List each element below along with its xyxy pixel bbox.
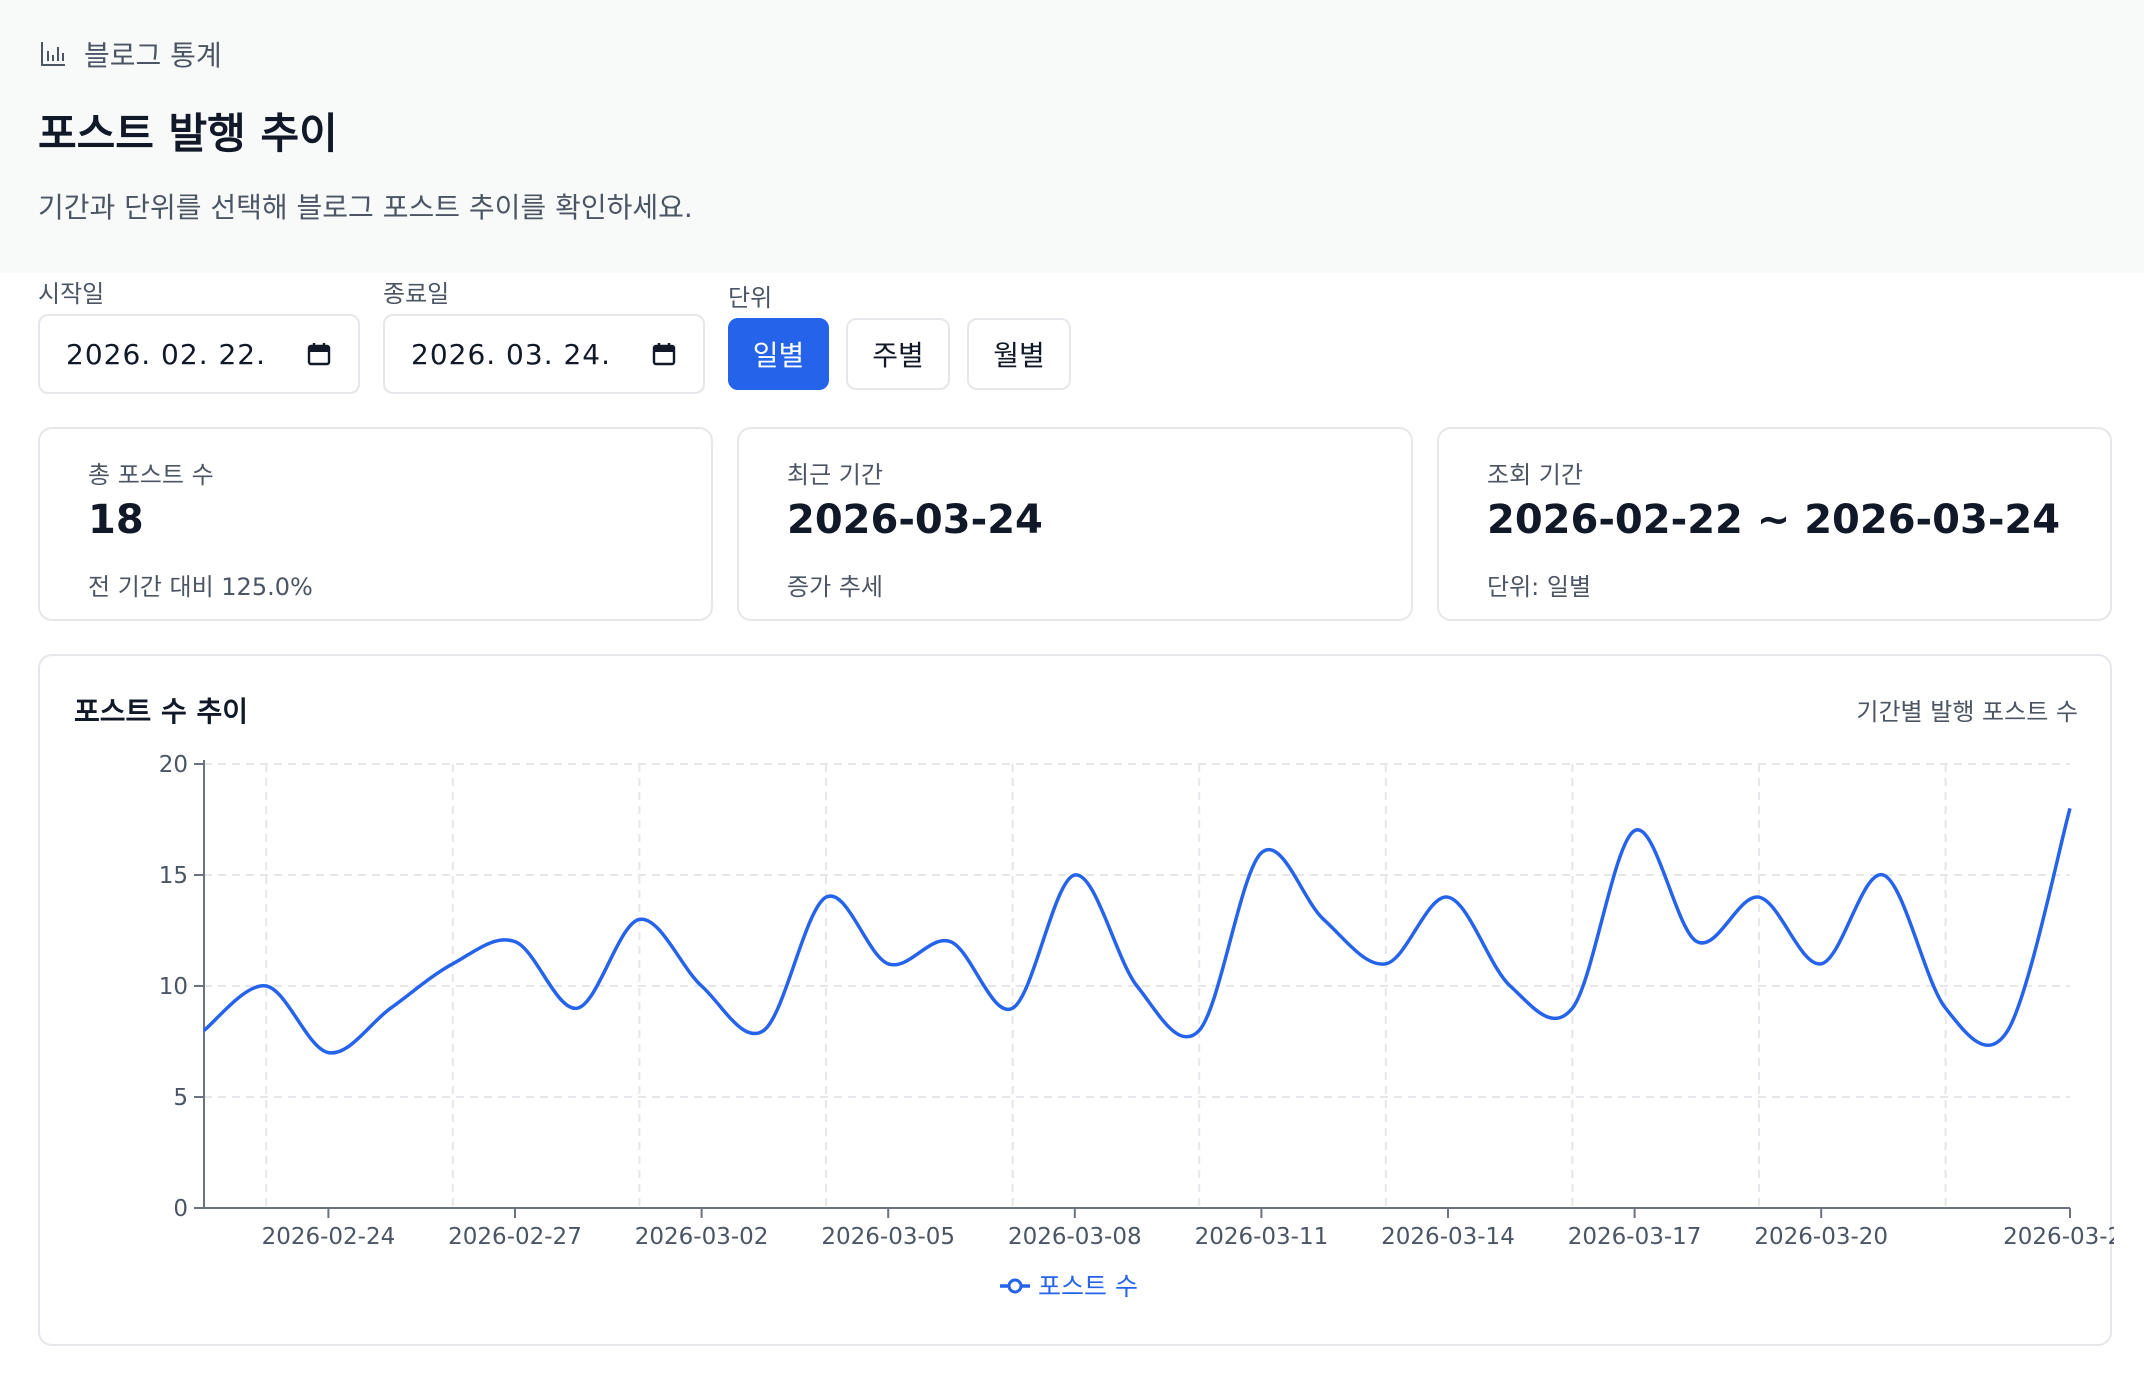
card-subtext: 단위: 일별 <box>1487 573 1592 601</box>
unit-weekly-button[interactable]: 주별 <box>846 318 950 390</box>
bar-chart-icon <box>41 42 65 66</box>
x-tick-label: 2026-03-08 <box>1008 1224 1142 1250</box>
legend-label: 포스트 수 <box>1038 1272 1138 1301</box>
breadcrumb-label: 블로그 통계 <box>84 39 222 72</box>
y-tick-label: 15 <box>159 863 188 889</box>
unit-daily-button[interactable]: 일별 <box>728 318 829 390</box>
y-tick-label: 20 <box>159 752 188 778</box>
x-tick-label: 2026-03-05 <box>821 1224 955 1250</box>
x-tick-label: 2026-03-02 <box>635 1224 769 1250</box>
start-date-value: 2026. 02. 22. <box>66 337 267 371</box>
breadcrumb: 블로그 통계 <box>38 34 222 74</box>
x-tick-label: 2026-03-17 <box>1568 1224 1702 1250</box>
query-period-card: 조회 기간 2026-02-22 ~ 2026-03-24 단위: 일별 <box>1437 427 2112 621</box>
card-value: 2026-02-22 ~ 2026-03-24 <box>1487 497 2061 543</box>
x-tick-label: 2026-03-20 <box>1754 1224 1888 1250</box>
unit-label: 단위 <box>728 284 773 312</box>
card-subtext: 전 기간 대비 125.0% <box>88 573 313 601</box>
card-label: 조회 기간 <box>1487 461 1583 489</box>
x-tick-label: 2026-02-24 <box>262 1224 396 1250</box>
end-date-label: 종료일 <box>383 280 450 308</box>
card-subtext: 증가 추세 <box>787 573 883 601</box>
card-label: 최근 기간 <box>787 461 883 489</box>
y-tick-label: 0 <box>173 1196 188 1222</box>
card-value: 18 <box>88 497 144 543</box>
x-tick-label: 2026-03-24 <box>2003 1224 2114 1250</box>
page-description: 기간과 단위를 선택해 블로그 포스트 추이를 확인하세요. <box>38 191 693 224</box>
series-line-posts <box>202 807 2072 1055</box>
start-date-input[interactable]: 2026. 02. 22. <box>38 314 360 394</box>
calendar-icon[interactable] <box>651 341 677 367</box>
page-header: 블로그 통계 포스트 발행 추이 기간과 단위를 선택해 블로그 포스트 추이를… <box>0 0 2144 273</box>
end-date-input[interactable]: 2026. 03. 24. <box>383 314 705 394</box>
x-tick-label: 2026-03-11 <box>1195 1224 1329 1250</box>
chart-card: 포스트 수 추이 기간별 발행 포스트 수 0 5 10 15 20 2026-02-24… <box>38 654 2114 1346</box>
unit-monthly-button[interactable]: 월별 <box>967 318 1071 390</box>
card-label: 총 포스트 수 <box>88 461 214 489</box>
x-tick-label: 2026-03-14 <box>1381 1224 1515 1250</box>
calendar-icon[interactable] <box>306 341 332 367</box>
start-date-label: 시작일 <box>38 280 105 308</box>
page-title: 포스트 발행 추이 <box>38 109 338 158</box>
total-posts-card: 총 포스트 수 18 전 기간 대비 125.0% <box>38 427 713 621</box>
recent-period-card: 최근 기간 2026-03-24 증가 추세 <box>737 427 1413 621</box>
y-tick-label: 5 <box>173 1085 188 1111</box>
legend-swatch-marker <box>1007 1278 1023 1294</box>
y-tick-label: 10 <box>159 974 188 1000</box>
card-value: 2026-03-24 <box>787 497 1043 543</box>
end-date-value: 2026. 03. 24. <box>411 337 612 371</box>
line-chart: 0 5 10 15 20 2026-02-24 2026-02-27 2026-03-02 20… <box>159 752 2114 1301</box>
x-tick-label: 2026-02-27 <box>448 1224 582 1250</box>
